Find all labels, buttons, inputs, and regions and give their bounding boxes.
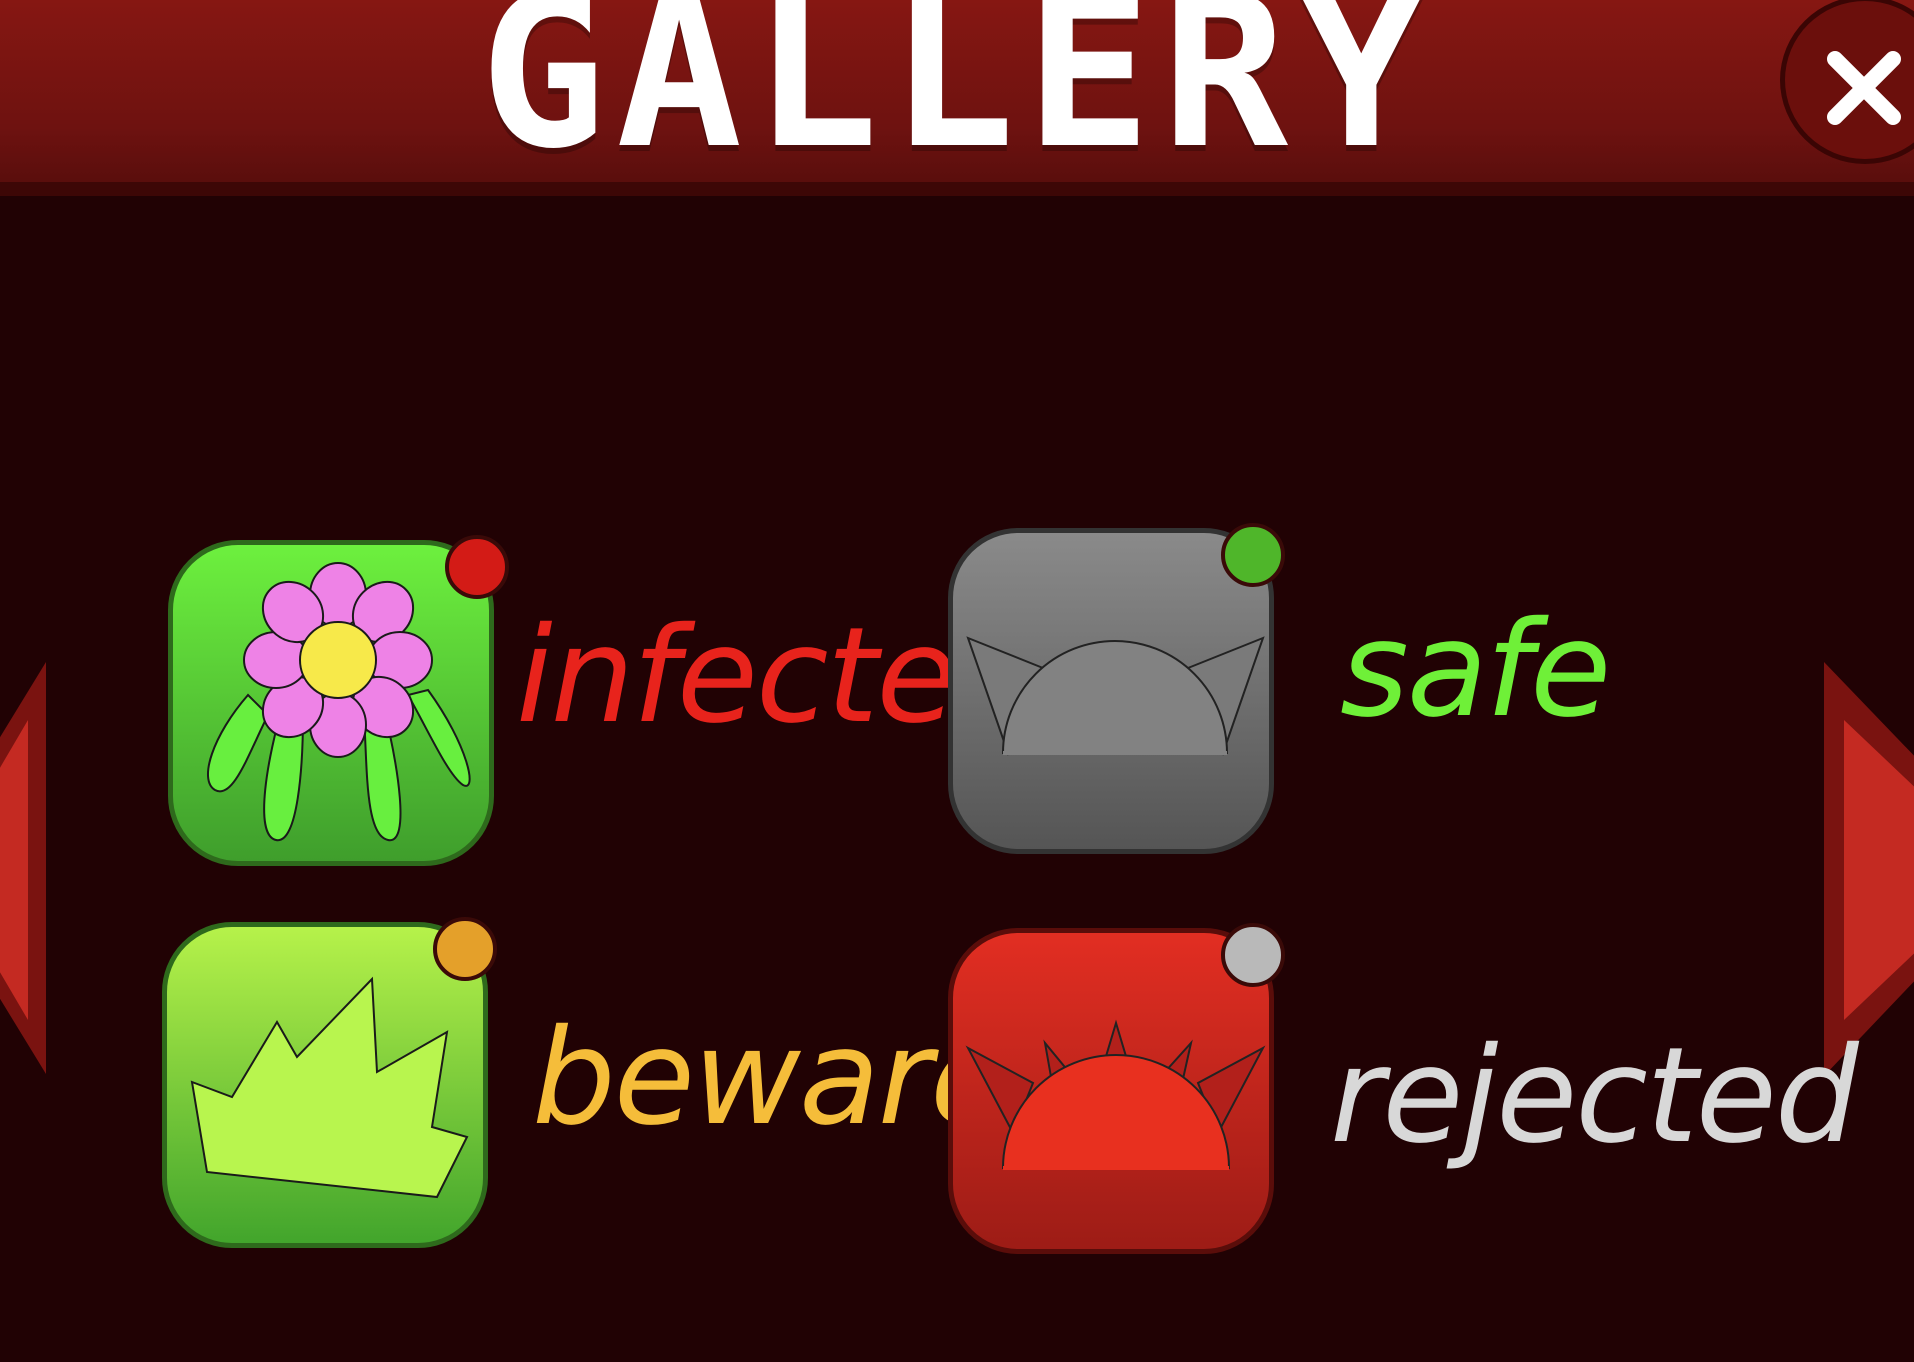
- gallery-item-infected[interactable]: [168, 535, 509, 866]
- label-beware: beware: [532, 1001, 1011, 1155]
- flower-creature-icon: [206, 562, 471, 842]
- gallery-item-rejected[interactable]: [948, 923, 1285, 1254]
- close-icon: [1827, 51, 1901, 125]
- status-dot-beware: [433, 917, 497, 981]
- gallery-item-beware[interactable]: [162, 917, 497, 1248]
- jagged-grass-icon: [190, 976, 469, 1199]
- status-dot-safe: [1221, 523, 1285, 587]
- spiked-creature-icon: [965, 1019, 1266, 1170]
- status-dot-rejected: [1221, 923, 1285, 987]
- label-rejected: rejected: [1330, 1019, 1859, 1173]
- header-bar: GALLERY: [0, 0, 1914, 196]
- status-dot-infected: [445, 535, 509, 599]
- gallery-item-safe[interactable]: [948, 523, 1285, 854]
- arrow-left-icon[interactable]: [0, 660, 48, 1080]
- label-safe: safe: [1340, 593, 1611, 747]
- arrow-right-icon[interactable]: [1822, 660, 1914, 1080]
- cat-ears-creature-icon: [966, 636, 1265, 756]
- page-title: GALLERY: [479, 0, 1435, 195]
